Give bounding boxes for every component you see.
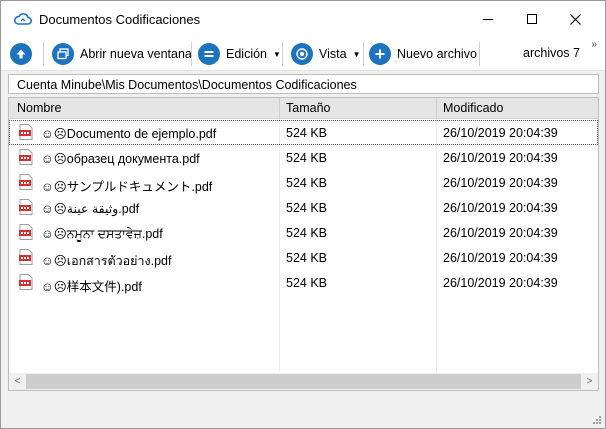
maximize-button[interactable] xyxy=(509,1,555,37)
new-window-button[interactable]: Abrir nueva ventana xyxy=(52,40,192,68)
menu-lines-icon xyxy=(198,43,220,65)
column-header-size[interactable]: Tamaño xyxy=(286,101,330,115)
scrollbar-thumb[interactable] xyxy=(26,374,581,389)
scroll-left-icon[interactable]: < xyxy=(9,373,26,390)
window-title: Documentos Codificaciones xyxy=(39,12,201,27)
file-name: ☺☹เอกสารตัวอย่าง.pdf xyxy=(41,254,172,268)
toolbar: Abrir nueva ventana Edición ▼ Vista ▼ Nu… xyxy=(1,37,605,71)
close-button[interactable] xyxy=(552,1,598,37)
toolbar-separator xyxy=(43,42,44,66)
file-list: Nombre Tamaño Modificado ☺☹Documento de … xyxy=(8,97,599,391)
table-row[interactable]: ☺☹เอกสารตัวอย่าง.pdf 524 KB 26/10/2019 20:… xyxy=(9,245,598,270)
new-file-label: Nuevo archivo xyxy=(397,47,477,61)
file-modified: 26/10/2019 20:04:39 xyxy=(443,176,558,190)
view-icon xyxy=(291,43,313,65)
pdf-icon xyxy=(19,199,33,215)
chevron-down-icon: ▼ xyxy=(352,49,361,59)
minimize-icon xyxy=(483,19,493,20)
file-modified: 26/10/2019 20:04:39 xyxy=(443,151,558,165)
horizontal-scrollbar[interactable]: < > xyxy=(9,373,598,390)
view-menu-button[interactable]: Vista ▼ xyxy=(291,40,361,68)
maximize-icon xyxy=(527,14,537,24)
file-name: ☺☹Documento de ejemplo.pdf xyxy=(41,127,217,141)
edit-menu-button[interactable]: Edición ▼ xyxy=(198,40,281,68)
table-row[interactable]: ☺☹Documento de ejemplo.pdf 524 KB 26/10/20… xyxy=(9,120,598,145)
file-size: 524 KB xyxy=(286,151,328,165)
toolbar-separator xyxy=(282,42,283,66)
pdf-icon xyxy=(19,274,33,290)
up-button[interactable] xyxy=(10,40,32,68)
table-row[interactable]: ☺☹サンプルドキュメント.pdf 524 KB 26/10/2019 20:04:3… xyxy=(9,170,598,195)
edit-menu-label: Edición xyxy=(226,47,267,61)
file-name: ☺☹образец документа.pdf xyxy=(41,152,200,166)
column-divider[interactable] xyxy=(436,98,437,119)
new-window-icon xyxy=(52,43,74,65)
file-size: 524 KB xyxy=(286,126,328,140)
column-header-modified[interactable]: Modificado xyxy=(443,101,503,115)
pdf-icon xyxy=(19,249,33,265)
file-modified: 26/10/2019 20:04:39 xyxy=(443,276,558,290)
file-size: 524 KB xyxy=(286,176,328,190)
arrow-up-icon xyxy=(10,43,32,65)
title-bar: Documentos Codificaciones xyxy=(1,1,605,37)
plus-icon xyxy=(369,43,391,65)
minimize-button[interactable] xyxy=(465,1,511,37)
chevron-down-icon: ▼ xyxy=(273,49,281,59)
file-name: ☺☹样本文件).pdf xyxy=(41,280,142,294)
file-modified: 26/10/2019 20:04:39 xyxy=(443,126,558,140)
file-modified: 26/10/2019 20:04:39 xyxy=(443,226,558,240)
new-window-label: Abrir nueva ventana xyxy=(80,47,192,61)
file-size: 524 KB xyxy=(286,226,328,240)
pdf-icon xyxy=(19,224,33,240)
file-name: ☺☹وثيقة عينة.pdf xyxy=(41,202,140,216)
status-bar xyxy=(1,394,605,428)
pdf-icon xyxy=(19,174,33,190)
list-header: Nombre Tamaño Modificado xyxy=(9,98,598,119)
toolbar-separator xyxy=(191,42,192,66)
app-window: Documentos Codificaciones Abrir nueva ve… xyxy=(0,0,606,429)
file-count: archivos 7 xyxy=(523,46,580,60)
file-modified: 26/10/2019 20:04:39 xyxy=(443,201,558,215)
file-size: 524 KB xyxy=(286,276,328,290)
table-row[interactable]: ☺☹وثيقة عينة.pdf 524 KB 26/10/2019 20:04:3… xyxy=(9,195,598,220)
toolbar-separator xyxy=(479,42,480,66)
toolbar-separator xyxy=(363,42,364,66)
file-size: 524 KB xyxy=(286,201,328,215)
table-row[interactable]: ☺☹样本文件).pdf 524 KB 26/10/2019 20:04:39 xyxy=(9,270,598,295)
scroll-right-icon[interactable]: > xyxy=(581,373,598,390)
file-name: ☺☹ਨਮੂਨਾ ਦਸਤਾਵੇਜ਼.pdf xyxy=(41,227,163,241)
new-file-button[interactable]: Nuevo archivo xyxy=(369,40,477,68)
path-bar[interactable]: Cuenta Minube\Mis Documentos\Documentos … xyxy=(8,74,599,94)
table-row[interactable]: ☺☹образец документа.pdf 524 KB 26/10/2019 … xyxy=(9,145,598,170)
pdf-icon xyxy=(19,149,33,165)
column-divider[interactable] xyxy=(279,98,280,119)
toolbar-overflow-button[interactable]: » xyxy=(591,39,597,50)
resize-grip-icon[interactable] xyxy=(591,414,601,424)
pdf-icon xyxy=(19,124,33,140)
table-row[interactable]: ☺☹ਨਮੂਨਾ ਦਸਤਾਵੇਜ਼.pdf 524 KB 26/10/2019 20:… xyxy=(9,220,598,245)
file-size: 524 KB xyxy=(286,251,328,265)
cloud-icon xyxy=(14,13,32,25)
view-menu-label: Vista xyxy=(319,47,347,61)
column-header-name[interactable]: Nombre xyxy=(17,101,61,115)
file-name: ☺☹サンプルドキュメント.pdf xyxy=(41,180,213,194)
close-icon xyxy=(569,13,581,25)
file-modified: 26/10/2019 20:04:39 xyxy=(443,251,558,265)
